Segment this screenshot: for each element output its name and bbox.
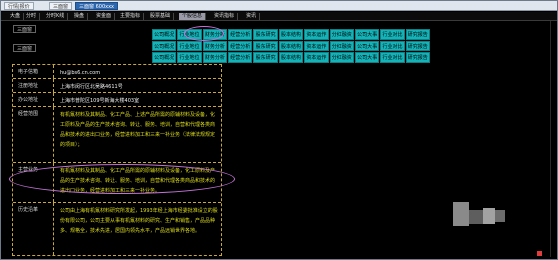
nav-cell[interactable]: 行业对比: [380, 40, 405, 52]
nav-cell[interactable]: 资本运作: [304, 40, 329, 52]
nav-cell[interactable]: 行业对比: [380, 52, 405, 63]
nav-cell[interactable]: 行业地位: [177, 40, 202, 52]
nav-cell[interactable]: 公司概况: [152, 52, 177, 63]
nav-cell[interactable]: 公司大事: [354, 40, 380, 52]
right-scroll-divider: [550, 21, 551, 257]
row-value: hu@bs6.cn.com: [60, 70, 101, 76]
blurred-watermark: [483, 208, 495, 224]
menu-item-basics[interactable]: 股票基础: [147, 13, 175, 20]
nav-cell[interactable]: 财务分析: [202, 52, 228, 63]
row-value: 上海市闵行区北吴路4611号: [60, 84, 123, 90]
nav-cell[interactable]: 财务分析: [202, 40, 228, 52]
nav-cell[interactable]: 公司大事: [354, 52, 380, 63]
nav-cell[interactable]: 经营分析: [228, 29, 253, 40]
menu-item-trading[interactable]: 操盘: [71, 13, 89, 20]
table-row: 经营范围 有机氟材料及其制品、化工产品、上述产品所需的原辅材料及设备，化工原料及…: [13, 107, 221, 163]
row-value: 公司由上海有机氟材料研究所发起，1993年经上海市经委批准设立的股份有限公司，公…: [60, 208, 218, 234]
nav-cell[interactable]: 股东研究: [253, 29, 278, 40]
table-row: 注册地址 上海市闵行区北吴路4611号: [13, 79, 221, 93]
title-tabs-bar: 行情|报价 三面窗 三面窗 600xxx: [1, 1, 557, 11]
blurred-watermark: [453, 202, 469, 226]
row-label: 电子信箱: [13, 65, 54, 78]
menu-item-timeshare-kline[interactable]: 分时K线: [43, 13, 69, 20]
row-value: 有机氟材料及其制品、化工产品、上述产品所需的原辅材料及设备，化工原料及产品的生产…: [60, 112, 216, 148]
row-label: 办公地址: [13, 93, 54, 106]
nav-cell[interactable]: 经营分析: [228, 52, 253, 63]
nav-cell[interactable]: 分红融资: [329, 52, 354, 63]
company-info-table: 电子信箱 hu@bs6.cn.com 注册地址 上海市闵行区北吴路4611号 办…: [12, 64, 222, 256]
nav-cell[interactable]: 股本结构: [278, 52, 304, 63]
top-menu-bar: 大盘 分时 分时K线 操盘 资金面 主要指标 股票基础 个股信息 资讯指标 资讯: [1, 12, 557, 21]
left-tab-f10[interactable]: 三面窗: [13, 25, 37, 33]
nav-cell[interactable]: 研究报告: [405, 52, 430, 63]
nav-cell[interactable]: 分红融资: [329, 29, 354, 40]
blurred-watermark: [469, 210, 483, 224]
nav-cell[interactable]: 行业对比: [380, 29, 405, 40]
nav-cell[interactable]: 研究报告: [405, 40, 430, 52]
menu-item-indicators[interactable]: 主要指标: [117, 13, 145, 20]
blurred-watermark: [495, 210, 505, 222]
menu-item-timeshare[interactable]: 分时: [23, 13, 41, 20]
nav-cell[interactable]: 公司概况: [152, 29, 177, 40]
highlight-oval-nav: [184, 26, 224, 41]
menu-item-capital[interactable]: 资金面: [93, 13, 116, 20]
title-tab-quotes[interactable]: 行情|报价: [4, 2, 34, 10]
menu-item-news-indicators[interactable]: 资讯指标: [211, 13, 239, 20]
row-label: 注册地址: [13, 79, 54, 92]
app-window: 行情|报价 三面窗 三面窗 600xxx 大盘 分时 分时K线 操盘 资金面 主…: [0, 0, 558, 260]
title-tab-stock-f10[interactable]: 三面窗 600xxx: [75, 2, 119, 10]
row-label: 历史沿革: [13, 203, 54, 255]
nav-cell[interactable]: 公司大事: [354, 29, 380, 40]
table-row: 办公地址 上海市普陀区109号新海大楼403室: [13, 93, 221, 107]
nav-cell[interactable]: 行业地位: [177, 52, 202, 63]
menu-item-market[interactable]: 大盘: [7, 13, 25, 20]
nav-cell[interactable]: 经营分析: [228, 40, 253, 52]
nav-cell[interactable]: 资本运作: [304, 29, 329, 40]
row-label: 经营范围: [13, 107, 54, 162]
nav-cell[interactable]: 股东研究: [253, 40, 278, 52]
cursor-marker: [537, 251, 542, 256]
nav-cell[interactable]: 分红融资: [329, 40, 354, 52]
nav-cell[interactable]: 股东研究: [253, 52, 278, 63]
nav-cell[interactable]: 资本运作: [304, 52, 329, 63]
nav-cell[interactable]: 研究报告: [405, 29, 430, 40]
menu-item-news[interactable]: 资讯: [243, 13, 261, 20]
title-tab-f10[interactable]: 三面窗: [49, 2, 73, 10]
nav-cell[interactable]: 股本结构: [278, 40, 304, 52]
nav-cell[interactable]: 股本结构: [278, 29, 304, 40]
highlight-oval-business: [9, 164, 235, 194]
row-value: 上海市普陀区109号新海大楼403室: [60, 98, 140, 104]
nav-cell[interactable]: 公司概况: [152, 40, 177, 52]
left-tab-f10-secondary[interactable]: 三面窗: [13, 44, 37, 52]
table-row: 电子信箱 hu@bs6.cn.com: [13, 65, 221, 79]
table-row: 历史沿革 公司由上海有机氟材料研究所发起，1993年经上海市经委批准设立的股份有…: [13, 203, 221, 255]
menu-item-stock-info[interactable]: 个股信息: [179, 13, 207, 20]
